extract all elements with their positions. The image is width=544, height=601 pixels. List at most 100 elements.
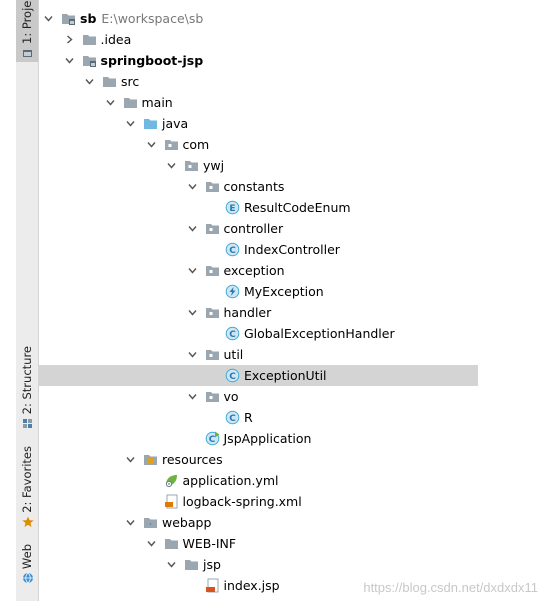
chevron-down-icon[interactable]	[187, 266, 197, 275]
tree-node-label: controller	[224, 220, 284, 237]
source-folder-icon	[143, 116, 158, 131]
tree-node[interactable]: exception	[39, 260, 478, 281]
svg-text:C: C	[208, 435, 215, 445]
tree-node[interactable]: java	[39, 113, 478, 134]
tree-node-label: ResultCodeEnum	[244, 199, 351, 216]
svg-text:C: C	[229, 330, 236, 340]
tree-node[interactable]: webapp	[39, 512, 478, 533]
chevron-down-icon[interactable]	[126, 518, 135, 527]
tree-node-label: src	[121, 73, 139, 90]
node-name: MyException	[244, 284, 324, 299]
node-name: src	[121, 74, 140, 89]
tab-structure[interactable]: 2: Structure	[16, 346, 38, 429]
tree-node[interactable]: E ResultCodeEnum	[39, 197, 478, 218]
node-name: util	[223, 347, 244, 362]
node-name: webapp	[162, 515, 212, 530]
tree-node[interactable]: controller	[39, 218, 478, 239]
spring-config-icon	[164, 473, 179, 488]
tree-node[interactable]: resources	[39, 449, 478, 470]
tree-node-label: .idea	[101, 31, 132, 48]
star-icon	[21, 516, 34, 527]
tree-node[interactable]: vo	[39, 386, 478, 407]
chevron-down-icon[interactable]	[146, 539, 156, 548]
svg-text:C: C	[229, 414, 236, 424]
chevron-down-icon[interactable]	[105, 98, 115, 107]
chevron-down-icon[interactable]	[187, 182, 197, 191]
tree-node-label: util	[224, 346, 244, 363]
tree-node[interactable]: sb E:\workspace\sb	[39, 8, 478, 29]
tree-node-label: com	[183, 136, 210, 153]
tree-node[interactable]: util	[39, 344, 478, 365]
package-icon	[184, 158, 199, 173]
node-name: ResultCodeEnum	[244, 200, 351, 215]
module-path: E:\workspace\sb	[101, 11, 204, 26]
svg-text:C: C	[229, 372, 236, 382]
tab-structure-label: 2: Structure	[20, 346, 34, 415]
spring-boot-class-icon: C	[205, 431, 220, 446]
tree-node[interactable]: .idea	[39, 29, 478, 50]
node-name: resources	[162, 452, 223, 467]
tree-node-label: java	[162, 115, 188, 132]
tab-project[interactable]: 1: Project	[16, 0, 38, 62]
chevron-down-icon[interactable]	[167, 560, 176, 569]
chevron-down-icon[interactable]	[187, 224, 197, 233]
tree-node[interactable]: C ExceptionUtil	[39, 365, 478, 386]
tree-node[interactable]: application.yml	[39, 470, 478, 491]
tab-favorites[interactable]: 2: Favorites	[16, 446, 38, 527]
tree-node-label: MyException	[244, 283, 324, 300]
tree-node[interactable]: C JspApplication	[39, 428, 478, 449]
class-icon: C	[225, 368, 240, 383]
chevron-down-icon[interactable]	[187, 392, 197, 401]
structure-tool-icon	[22, 417, 33, 429]
resources-folder-icon	[143, 452, 158, 467]
tree-node-label: constants	[224, 178, 285, 195]
node-name: java	[162, 116, 189, 131]
tree-node-label: resources	[162, 451, 223, 468]
folder-icon	[82, 32, 97, 47]
folder-icon	[102, 74, 117, 89]
project-tree[interactable]: sb E:\workspace\sb .idea springboot-jsp src m…	[39, 0, 478, 601]
chevron-down-icon[interactable]	[146, 140, 156, 149]
chevron-down-icon[interactable]	[44, 14, 53, 23]
node-name: WEB-INF	[182, 536, 237, 551]
tree-node[interactable]: WEB-INF	[39, 533, 478, 554]
package-icon	[205, 347, 220, 362]
node-name: ExceptionUtil	[244, 368, 327, 383]
chevron-down-icon[interactable]	[126, 455, 135, 464]
chevron-down-icon[interactable]	[85, 77, 94, 86]
tree-node[interactable]: logback-spring.xml	[39, 491, 478, 512]
tree-node[interactable]: handler	[39, 302, 478, 323]
tree-node[interactable]: springboot-jsp	[39, 50, 478, 71]
tree-node[interactable]: src	[39, 71, 478, 92]
tree-node[interactable]: C GlobalExceptionHandler	[39, 323, 478, 344]
tree-node-label: application.yml	[183, 472, 279, 489]
tree-node-label: index.jsp	[224, 577, 280, 594]
tree-node[interactable]: com	[39, 134, 478, 155]
xml-file-icon	[164, 494, 179, 509]
tree-node[interactable]: CR	[39, 407, 478, 428]
tree-node-label: JspApplication	[224, 430, 312, 447]
tree-node-label: logback-spring.xml	[183, 493, 302, 510]
svg-text:E: E	[229, 204, 235, 214]
tree-node[interactable]: constants	[39, 176, 478, 197]
chevron-down-icon[interactable]	[126, 119, 135, 128]
node-name: vo	[223, 389, 239, 404]
tab-web[interactable]: Web	[16, 544, 38, 588]
tree-node[interactable]: MyException	[39, 281, 478, 302]
chevron-down-icon[interactable]	[64, 56, 74, 65]
tree-node[interactable]: C IndexController	[39, 239, 478, 260]
tree-node[interactable]: main	[39, 92, 478, 113]
tree-node-label: ywj	[203, 157, 224, 174]
chevron-down-icon[interactable]	[167, 161, 176, 170]
chevron-down-icon[interactable]	[187, 308, 197, 317]
tree-node[interactable]: ywj	[39, 155, 478, 176]
tree-node-label: main	[142, 94, 173, 111]
chevron-right-icon[interactable]	[65, 35, 74, 44]
class-icon: C	[225, 410, 240, 425]
package-icon	[205, 305, 220, 320]
node-name: JspApplication	[223, 431, 312, 446]
tree-node[interactable]: jsp	[39, 554, 478, 575]
chevron-down-icon[interactable]	[187, 350, 197, 359]
jsp-file-icon	[205, 578, 220, 593]
node-name: springboot-jsp	[100, 53, 204, 68]
